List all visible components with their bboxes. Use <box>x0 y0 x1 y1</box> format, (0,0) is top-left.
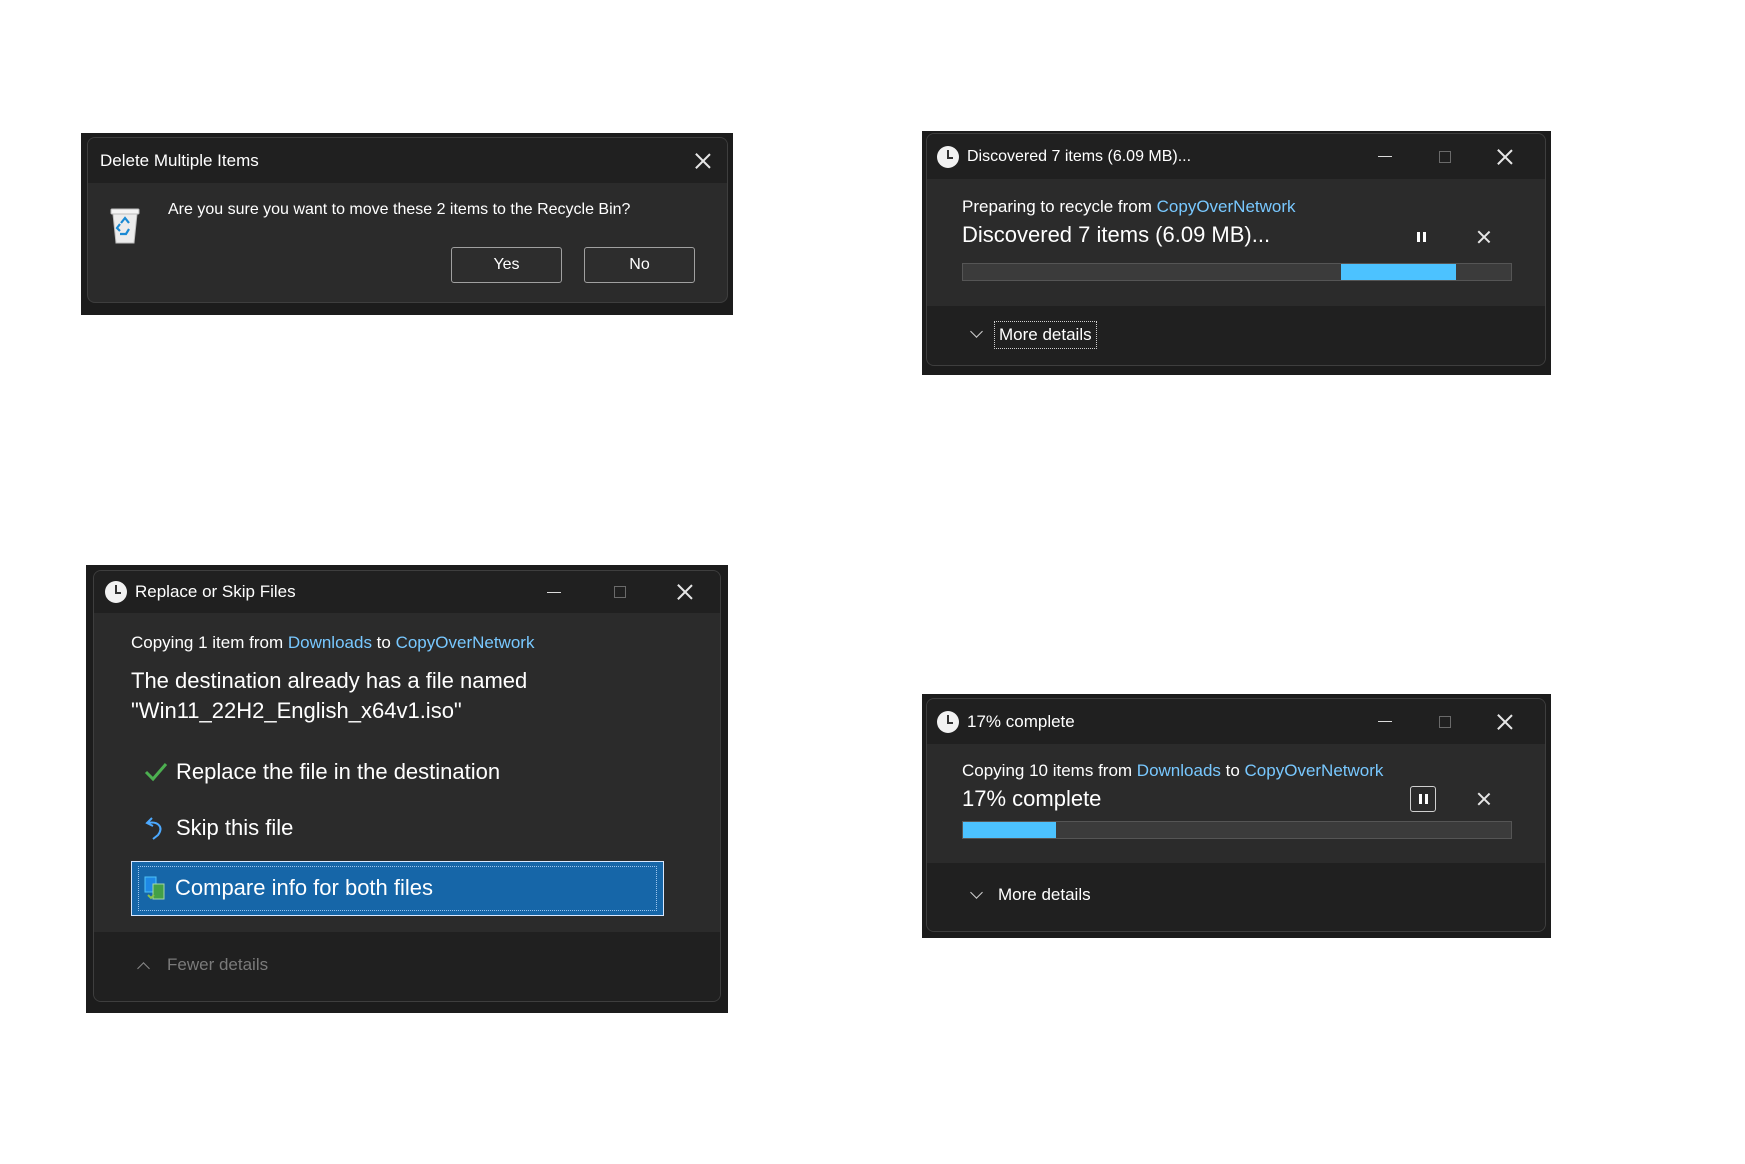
discover-dialog-maximize-button <box>1415 134 1475 179</box>
close-icon <box>1497 714 1513 730</box>
maximize-icon <box>1439 715 1451 728</box>
delete-dialog-message: Are you sure you want to move these 2 it… <box>168 201 631 218</box>
replace-message-line2: "Win11_22H2_English_x64v1.iso" <box>131 698 462 723</box>
cancel-icon <box>1478 231 1490 243</box>
progress-copy-prefix: Copying 10 items from <box>962 761 1137 780</box>
fewer-details-button[interactable]: Fewer details <box>167 955 268 975</box>
clock-icon <box>105 581 127 603</box>
progress-dialog-titlebar: 17% complete <box>927 699 1545 744</box>
replace-footer: Fewer details <box>94 932 720 1001</box>
compare-files-option-label: Compare info for both files <box>175 875 434 900</box>
delete-dialog: Delete Multiple Items Are you sure you w… <box>87 137 728 303</box>
discover-footer: More details <box>927 306 1545 365</box>
replace-dialog-title: Replace or Skip Files <box>135 582 296 601</box>
pause-icon <box>1416 232 1420 242</box>
undo-arrow-icon <box>145 817 162 840</box>
pause-icon-bar <box>1422 232 1426 242</box>
progress-dialog-maximize-button <box>1415 699 1475 744</box>
pause-button[interactable] <box>1410 226 1432 248</box>
chevron-down-icon <box>970 325 983 338</box>
source-link[interactable]: Downloads <box>288 633 372 652</box>
replace-copy-prefix: Copying 1 item from <box>131 633 288 652</box>
replace-message-line1: The destination already has a file named <box>131 668 528 693</box>
destination-link[interactable]: CopyOverNetwork <box>396 633 535 652</box>
destination-link[interactable]: CopyOverNetwork <box>1245 761 1384 780</box>
minimize-icon <box>1378 156 1392 157</box>
delete-dialog-close-button[interactable] <box>679 138 727 183</box>
progress-footer: More details <box>927 863 1545 931</box>
maximize-icon <box>1439 150 1451 163</box>
compare-files-row: Compare info for both files <box>143 875 433 901</box>
progress-copy-middle: to <box>1220 761 1245 780</box>
copy-progress-fill <box>963 822 1057 838</box>
yes-button[interactable]: Yes <box>451 247 562 283</box>
progress-dialog-close-button[interactable] <box>1475 699 1535 744</box>
progress-dialog-title: 17% complete <box>967 711 1075 731</box>
pause-icon <box>1418 794 1422 804</box>
checkmark-icon <box>144 763 168 782</box>
progress-headline: 17% complete <box>962 786 1102 811</box>
compare-files-icon <box>144 876 165 900</box>
copy-progress-bar <box>962 821 1512 839</box>
cancel-button[interactable] <box>1473 788 1495 810</box>
close-icon <box>695 153 711 169</box>
pause-icon-bar <box>1424 794 1428 804</box>
chevron-up-icon <box>137 962 150 975</box>
replace-file-option[interactable]: Replace the file in the destination <box>144 759 500 785</box>
more-details-button[interactable]: More details <box>994 321 1097 349</box>
pause-button[interactable] <box>1410 786 1436 812</box>
discover-dialog-minimize-button[interactable] <box>1355 134 1415 179</box>
delete-dialog-title: Delete Multiple Items <box>100 150 259 170</box>
discover-dialog-titlebar: Discovered 7 items (6.09 MB)... <box>927 134 1545 179</box>
maximize-icon <box>614 586 626 598</box>
delete-dialog-titlebar: Delete Multiple Items <box>88 138 727 183</box>
close-icon <box>677 584 693 600</box>
skip-file-option-label: Skip this file <box>176 815 294 840</box>
recycle-bin-icon <box>110 206 140 244</box>
clock-icon <box>937 145 959 168</box>
cancel-button[interactable] <box>1473 226 1495 248</box>
more-details-button[interactable]: More details <box>998 885 1091 905</box>
discover-status-line: Preparing to recycle from CopyOverNetwor… <box>962 197 1296 217</box>
compare-files-option[interactable]: Compare info for both files <box>131 861 664 916</box>
discover-status-prefix: Preparing to recycle from <box>962 197 1157 216</box>
minimize-icon <box>547 591 561 593</box>
progress-copy-line: Copying 10 items from Downloads to CopyO… <box>962 761 1383 781</box>
minimize-icon <box>1378 721 1392 722</box>
source-link[interactable]: Downloads <box>1137 761 1221 780</box>
close-icon <box>1497 149 1513 165</box>
discover-progress-bar <box>962 263 1512 281</box>
discover-progress-indicator <box>1341 264 1457 280</box>
cancel-icon <box>1478 793 1490 805</box>
replace-dialog-titlebar: Replace or Skip Files <box>94 571 720 613</box>
replace-copy-middle: to <box>371 633 396 652</box>
chevron-down-icon <box>970 886 983 899</box>
progress-dialog: 17% complete Copying 10 items from Downl… <box>926 698 1546 932</box>
replace-file-option-label: Replace the file in the destination <box>176 759 501 784</box>
replace-dialog-maximize-button <box>590 571 650 613</box>
discover-headline: Discovered 7 items (6.09 MB)... <box>962 222 1271 247</box>
discover-status-link[interactable]: CopyOverNetwork <box>1157 197 1296 216</box>
no-button[interactable]: No <box>584 247 695 283</box>
discover-dialog-close-button[interactable] <box>1475 134 1535 179</box>
replace-dialog-minimize-button[interactable] <box>524 571 584 613</box>
progress-dialog-minimize-button[interactable] <box>1355 699 1415 744</box>
clock-icon <box>937 710 959 733</box>
replace-dialog-close-button[interactable] <box>655 571 715 613</box>
discover-dialog: Discovered 7 items (6.09 MB)... Preparin… <box>926 133 1546 366</box>
replace-copy-line: Copying 1 item from Downloads to CopyOve… <box>131 633 534 653</box>
skip-file-option[interactable]: Skip this file <box>144 815 293 841</box>
replace-dialog: Replace or Skip Files Copying 1 item fro… <box>93 570 721 1002</box>
discover-dialog-title: Discovered 7 items (6.09 MB)... <box>967 147 1192 165</box>
